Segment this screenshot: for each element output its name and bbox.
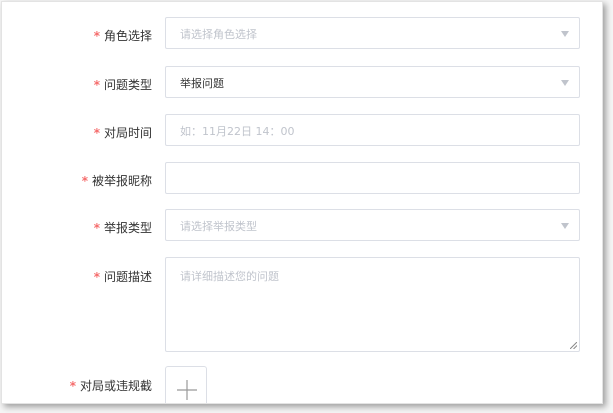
match-time-label-text: 对局时间 xyxy=(103,126,152,140)
role-label: * 角色选择 xyxy=(2,27,152,44)
match-time-placeholder: 如：11月22日 14：00 xyxy=(180,125,295,138)
match-time-label: * 对局时间 xyxy=(2,124,152,141)
resize-handle-icon[interactable] xyxy=(570,342,577,349)
plus-icon xyxy=(177,380,197,400)
required-mark: * xyxy=(81,174,88,188)
reported-nickname-label-text: 被举报昵称 xyxy=(91,174,152,188)
required-mark: * xyxy=(69,379,76,393)
match-time-input[interactable]: 如：11月22日 14：00 xyxy=(165,114,580,146)
report-type-label: * 举报类型 xyxy=(2,219,152,236)
description-placeholder: 请详细描述您的问题 xyxy=(180,270,279,283)
required-mark: * xyxy=(93,78,100,92)
report-type-select[interactable]: 请选择举报类型 xyxy=(165,209,580,241)
required-mark: * xyxy=(93,270,100,284)
evidence-label: * 对局或违规截 xyxy=(2,377,152,394)
issue-type-select[interactable]: 举报问题 xyxy=(165,66,580,98)
description-label: * 问题描述 xyxy=(2,268,152,285)
issue-type-label: * 问题类型 xyxy=(2,76,152,93)
evidence-label-text: 对局或违规截 xyxy=(79,379,152,393)
reported-nickname-label: * 被举报昵称 xyxy=(2,172,152,189)
report-type-label-text: 举报类型 xyxy=(103,221,152,235)
required-mark: * xyxy=(93,221,100,235)
required-mark: * xyxy=(93,29,100,43)
caret-down-icon xyxy=(561,31,569,37)
issue-type-label-text: 问题类型 xyxy=(103,78,152,92)
reported-nickname-input[interactable] xyxy=(165,162,580,194)
issue-type-value: 举报问题 xyxy=(180,77,224,90)
role-select[interactable]: 请选择角色选择 xyxy=(165,17,580,49)
caret-down-icon xyxy=(561,223,569,229)
description-label-text: 问题描述 xyxy=(103,270,152,284)
role-label-text: 角色选择 xyxy=(103,29,152,43)
report-type-placeholder: 请选择举报类型 xyxy=(180,220,257,233)
upload-screenshot-button[interactable] xyxy=(165,366,207,403)
report-form-panel: * 角色选择 请选择角色选择 * 问题类型 举报问题 * 对局时间 如：11月22日 … xyxy=(1,1,603,404)
role-select-placeholder: 请选择角色选择 xyxy=(180,28,257,41)
required-mark: * xyxy=(93,126,100,140)
description-textarea[interactable]: 请详细描述您的问题 xyxy=(165,257,580,352)
caret-down-icon xyxy=(561,80,569,86)
